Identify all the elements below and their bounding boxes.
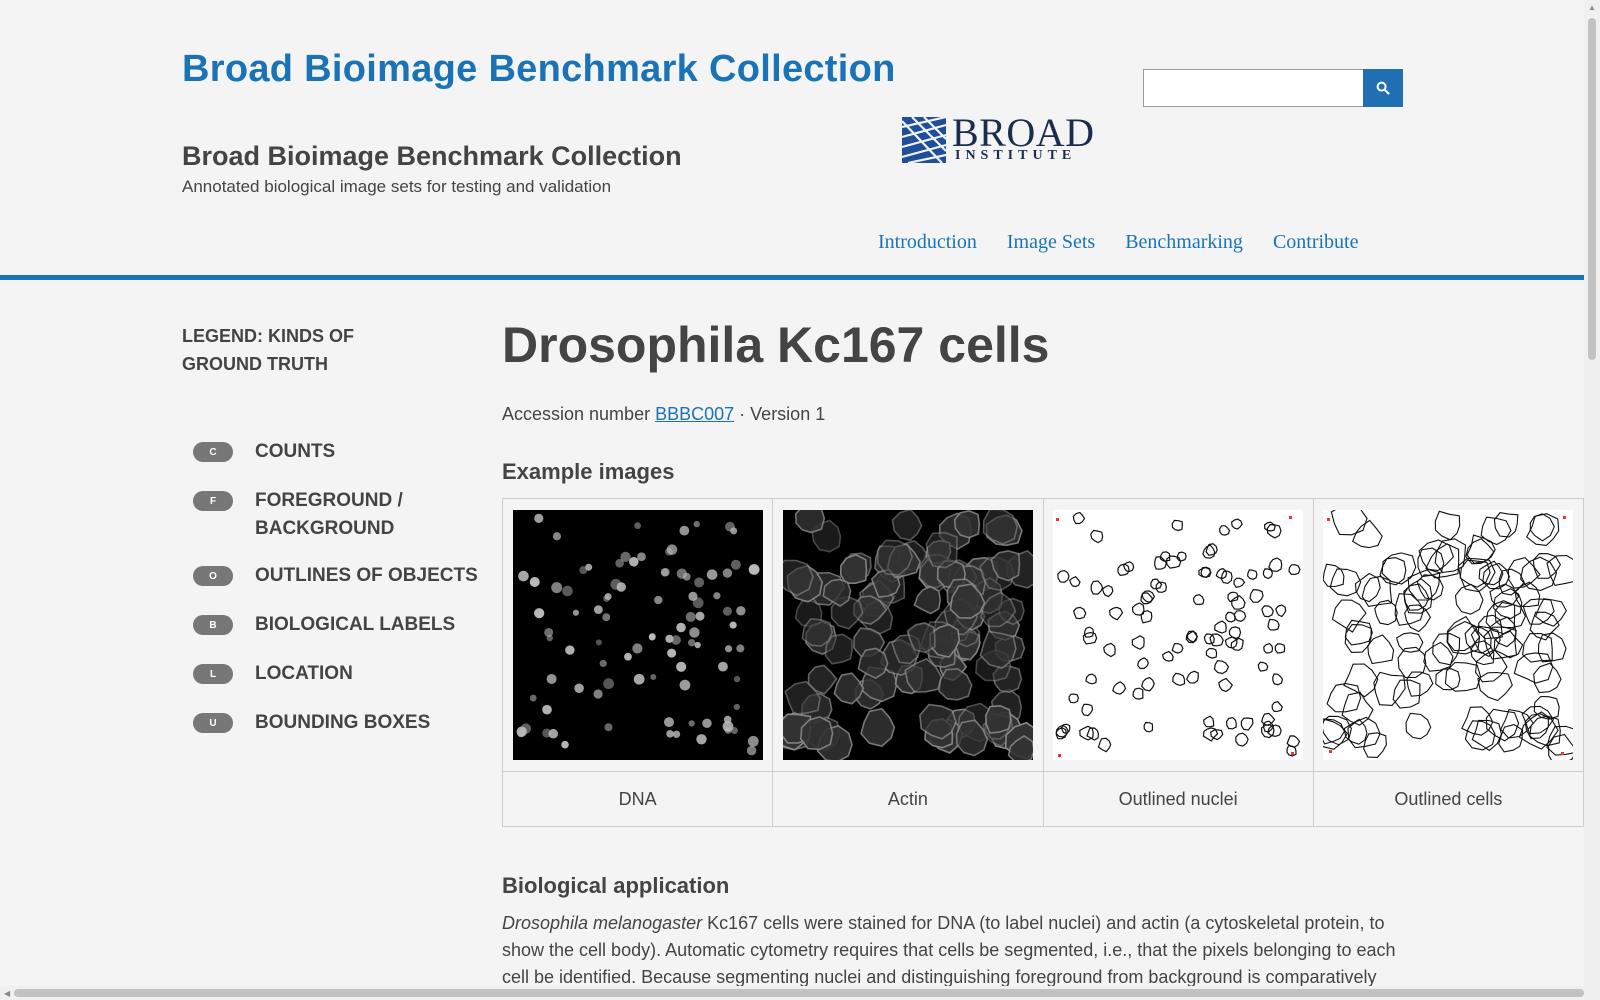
legend-badge: F — [193, 491, 233, 511]
site-header: Broad Bioimage Benchmark Collection Broa… — [0, 0, 1584, 276]
caption-outlined-nuclei: Outlined nuclei — [1042, 771, 1314, 827]
legend-item-location: L LOCATION — [193, 660, 485, 688]
legend-label: BIOLOGICAL LABELS — [255, 614, 456, 635]
actin-fluorescence-image[interactable] — [782, 510, 1033, 760]
legend-title: LEGEND: KINDS OF GROUND TRUTH — [182, 326, 355, 374]
logo-wordmark: BROAD — [952, 110, 1095, 155]
nav-introduction[interactable]: Introduction — [878, 231, 977, 254]
version-text: · Version 1 — [739, 404, 826, 424]
biological-application-text: Drosophila melanogaster Kc167 cells were… — [502, 910, 1412, 991]
legend-label: COUNTS — [255, 441, 336, 462]
legend-item-outlines: O OUTLINES OF OBJECTS — [193, 562, 485, 590]
legend-item-counts: C COUNTS — [193, 438, 485, 466]
legend-badge: U — [193, 713, 233, 733]
example-images-gallery: DNA Actin Outlined nuclei Outlined cells — [502, 498, 1584, 828]
accession-prefix: Accession number — [502, 404, 651, 424]
caption-outlined-cells: Outlined cells — [1312, 771, 1584, 827]
accession-link[interactable]: BBBC007 — [655, 404, 734, 424]
legend-label: FOREGROUND / BACKGROUND — [255, 490, 403, 539]
logo-subtitle: INSTITUTE — [955, 148, 1077, 163]
example-cell-actin — [772, 498, 1044, 772]
example-cell-outlined-cells — [1312, 498, 1584, 772]
nav-contribute[interactable]: Contribute — [1273, 231, 1359, 254]
examples-heading: Example images — [502, 459, 675, 484]
nav-benchmarking[interactable]: Benchmarking — [1125, 231, 1243, 254]
site-title-link[interactable]: Broad Bioimage Benchmark Collection — [182, 48, 896, 91]
legend-item-foreground-background: F FOREGROUND / BACKGROUND — [193, 487, 425, 543]
main-nav: Introduction Image Sets Benchmarking Con… — [878, 231, 1358, 254]
search-icon — [1376, 81, 1390, 95]
outlined-nuclei-image[interactable] — [1053, 510, 1304, 760]
example-cell-outlined-nuclei — [1042, 498, 1314, 772]
legend-badge: C — [193, 442, 233, 462]
example-images-table: DNA Actin Outlined nuclei Outlined cells — [502, 498, 1584, 827]
header-divider — [0, 275, 1584, 280]
search-button[interactable] — [1363, 69, 1403, 107]
legend-label: BOUNDING BOXES — [255, 712, 431, 733]
site-tagline: Annotated biological image sets for test… — [182, 177, 612, 196]
search-form — [1143, 69, 1404, 107]
nav-image-sets[interactable]: Image Sets — [1007, 231, 1095, 254]
legend-badge: O — [193, 566, 233, 586]
horizontal-scrollbar-thumb[interactable] — [14, 989, 1584, 997]
legend-badge: L — [193, 664, 233, 684]
scroll-left-icon[interactable]: ◀ — [4, 990, 10, 998]
page-title: Drosophila Kc167 cells — [502, 317, 1050, 373]
caption-actin: Actin — [772, 771, 1044, 827]
legend-item-bounding-boxes: U BOUNDING BOXES — [193, 709, 485, 737]
legend-item-biological-labels: B BIOLOGICAL LABELS — [193, 611, 485, 639]
outlined-cells-image[interactable] — [1323, 510, 1574, 760]
vertical-scrollbar-thumb[interactable] — [1588, 18, 1596, 360]
example-cell-dna — [502, 498, 774, 772]
caption-dna: DNA — [502, 771, 774, 827]
dna-fluorescence-image[interactable] — [512, 510, 763, 760]
biological-application-heading: Biological application — [502, 873, 730, 898]
accession-line: Accession number BBBC007 · Version 1 — [502, 404, 825, 425]
legend-badge: B — [193, 615, 233, 635]
site-name: Broad Bioimage Benchmark Collection — [182, 141, 682, 171]
legend-label: LOCATION — [255, 663, 353, 684]
legend-label: OUTLINES OF OBJECTS — [255, 565, 478, 586]
scroll-up-icon[interactable]: ▲ — [1588, 4, 1596, 12]
broad-logo-mark-icon — [902, 117, 946, 163]
broad-institute-logo[interactable]: BROAD INSTITUTE — [902, 113, 1094, 167]
search-input[interactable] — [1143, 69, 1365, 107]
species-name: Drosophila melanogaster — [502, 913, 703, 933]
